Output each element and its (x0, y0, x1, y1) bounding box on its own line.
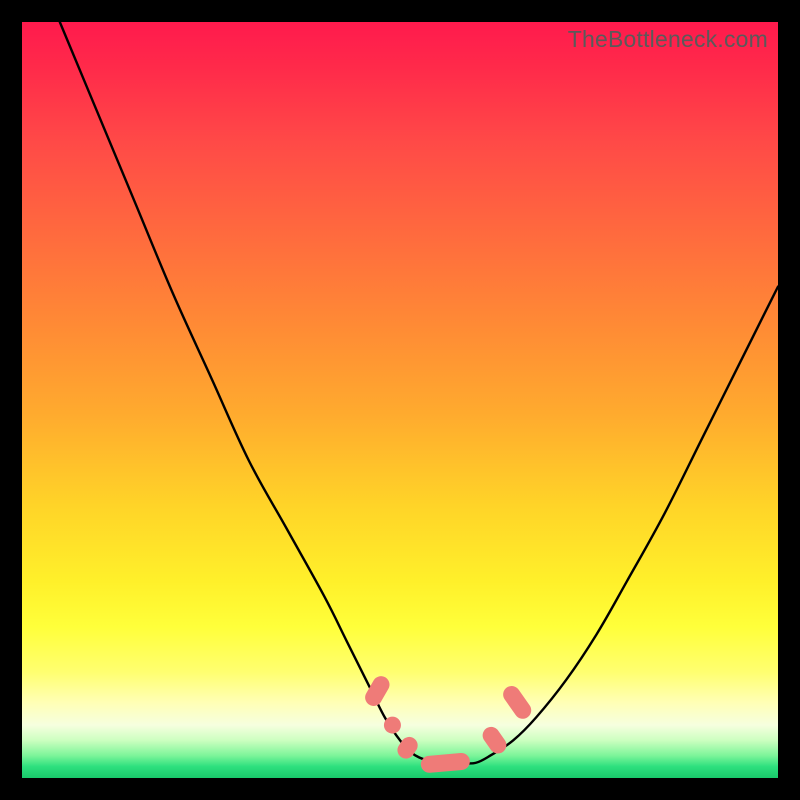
watermark-text: TheBottleneck.com (568, 26, 768, 53)
curve-markers (362, 673, 535, 773)
pill-trough (420, 752, 470, 773)
dot-left-mid (384, 717, 401, 734)
bottleneck-curve (60, 22, 778, 763)
curve-left-branch (60, 22, 461, 763)
chart-svg (22, 22, 778, 778)
pill-right-lower (479, 724, 509, 757)
chart-frame: TheBottleneck.com (0, 0, 800, 800)
pill-right-upper (500, 683, 535, 722)
chart-plot-area: TheBottleneck.com (22, 22, 778, 778)
